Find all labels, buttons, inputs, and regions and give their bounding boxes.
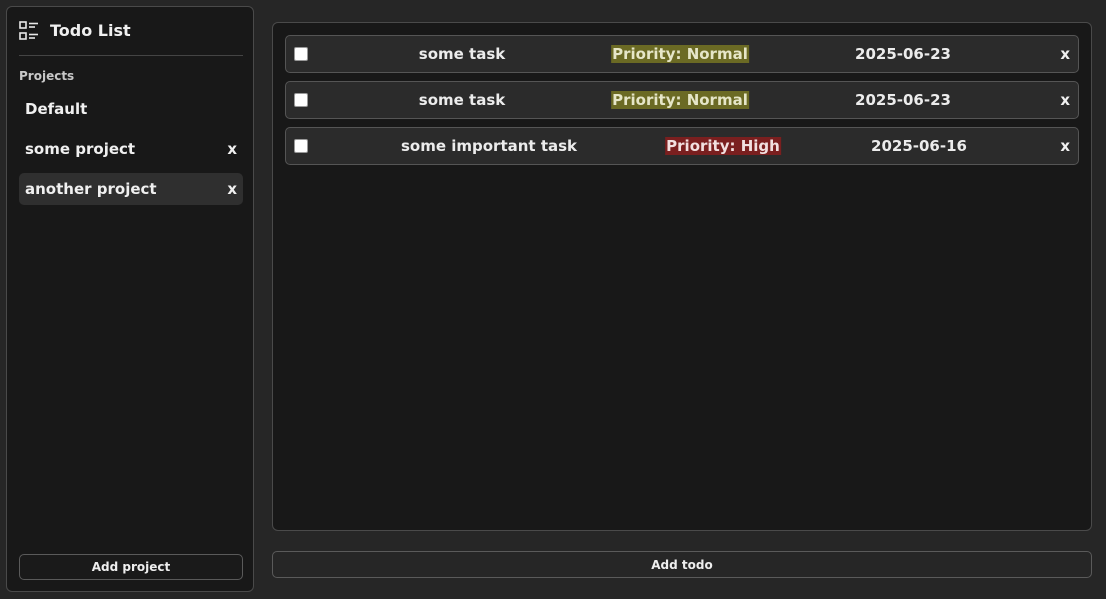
project-name: Default — [25, 100, 88, 118]
sidebar-header: Todo List — [19, 21, 243, 56]
todo-panel: some task Priority: Normal 2025-06-23 x … — [272, 22, 1092, 531]
todo-list: some task Priority: Normal 2025-06-23 x … — [285, 35, 1079, 173]
delete-todo-button[interactable]: x — [1060, 137, 1070, 155]
add-todo-button[interactable]: Add todo — [272, 551, 1092, 578]
project-item-another-project[interactable]: another project x — [19, 173, 243, 205]
todo-item: some task Priority: Normal 2025-06-23 x — [285, 81, 1079, 119]
add-project-button[interactable]: Add project — [19, 554, 243, 580]
todo-checkbox[interactable] — [294, 47, 308, 61]
project-name: some project — [25, 140, 136, 158]
todo-title: some task — [418, 45, 506, 63]
todo-due-date: 2025-06-23 — [855, 45, 951, 63]
delete-todo-button[interactable]: x — [1060, 45, 1070, 63]
todo-item: some important task Priority: High 2025-… — [285, 127, 1079, 165]
project-list: Default some project x another project x — [19, 93, 243, 213]
sidebar: Todo List Projects Default some project … — [6, 6, 254, 592]
priority-badge: Priority: Normal — [611, 91, 749, 109]
todo-due-date: 2025-06-23 — [855, 91, 951, 109]
projects-section-label: Projects — [19, 69, 75, 83]
delete-project-button[interactable]: x — [227, 180, 237, 198]
app-title: Todo List — [50, 21, 131, 40]
todo-checkbox[interactable] — [294, 93, 308, 107]
delete-todo-button[interactable]: x — [1060, 91, 1070, 109]
todo-title: some task — [418, 91, 506, 109]
priority-badge: Priority: High — [665, 137, 781, 155]
todo-title: some important task — [400, 137, 578, 155]
list-icon — [19, 21, 38, 40]
project-item-default[interactable]: Default — [19, 93, 243, 125]
delete-project-button[interactable]: x — [227, 140, 237, 158]
todo-checkbox[interactable] — [294, 139, 308, 153]
project-name: another project — [25, 180, 157, 198]
priority-badge: Priority: Normal — [611, 45, 749, 63]
project-item-some-project[interactable]: some project x — [19, 133, 243, 165]
todo-item: some task Priority: Normal 2025-06-23 x — [285, 35, 1079, 73]
todo-due-date: 2025-06-16 — [871, 137, 967, 155]
